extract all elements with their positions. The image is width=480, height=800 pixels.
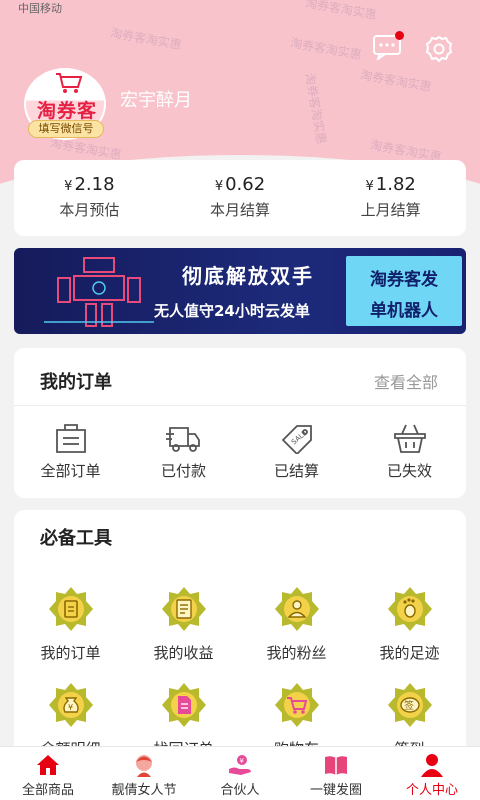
bottom-navigation: 全部商品 靓倩女人节 ¥ 合伙人 一键发圈 个人中心 (0, 746, 480, 800)
basket-icon (393, 424, 426, 453)
nav-partner[interactable]: ¥ 合伙人 (192, 747, 288, 800)
svg-text:SALE: SALE (290, 429, 309, 446)
currency-symbol: ¥ (214, 179, 224, 194)
order-filter-expired[interactable]: 已失效 (353, 422, 466, 481)
earning-item[interactable]: ¥0.62 本月结算 (165, 160, 316, 236)
order-filter-settled[interactable]: SALE 已结算 (240, 422, 353, 481)
sale-tag-icon: SALE (281, 425, 312, 454)
banner-subline: 无人值守24小时云发单 (154, 302, 310, 320)
order-filter-label: 已结算 (273, 462, 319, 480)
nav-label: 合伙人 (220, 783, 260, 798)
tool-item-footprint[interactable]: 我的足迹 (353, 586, 466, 682)
orders-card: 我的订单 查看全部 全部订单 已付款 SALE 已结算 已失效 (14, 348, 466, 498)
svg-text:¥: ¥ (68, 703, 73, 712)
avatar-text: 淘券客 (36, 100, 97, 122)
nav-label: 靓倩女人节 (111, 783, 177, 798)
tool-label: 我的订单 (40, 644, 101, 662)
cart-logo-icon (56, 73, 83, 93)
nav-personal-center[interactable]: 个人中心 (384, 747, 480, 800)
banner-headline: 彻底解放双手 (182, 264, 314, 288)
see-all-orders-link[interactable]: 查看全部 (374, 369, 438, 393)
svg-text:¥: ¥ (240, 757, 245, 765)
orders-title: 我的订单 (40, 372, 112, 393)
income-icon (161, 586, 207, 632)
earning-item[interactable]: ¥2.18 本月预估 (14, 160, 165, 236)
order-filter-paid[interactable]: 已付款 (127, 422, 240, 481)
money-bag-icon: ¥ (48, 682, 94, 728)
nav-all-products[interactable]: 全部商品 (0, 747, 96, 800)
settings-button[interactable] (424, 34, 454, 64)
footprint-icon (387, 586, 433, 632)
gear-icon (425, 35, 453, 63)
earning-value: 2.18 (74, 174, 115, 195)
tool-item-order[interactable]: 我的订单 (14, 586, 127, 682)
tool-item-fans[interactable]: 我的粉丝 (240, 586, 353, 682)
order-filter-all[interactable]: 全部订单 (14, 422, 127, 481)
currency-symbol: ¥ (64, 179, 73, 194)
document-icon (161, 682, 207, 728)
order-icon (48, 586, 94, 632)
earning-value: 1.82 (375, 174, 416, 195)
book-icon (325, 756, 347, 775)
earnings-card: ¥2.18 本月预估 ¥0.62 本月结算 ¥1.82 上月结算 (14, 160, 466, 236)
earning-label: 本月结算 (210, 201, 271, 219)
girl-icon (136, 755, 152, 777)
nav-one-click-share[interactable]: 一键发圈 (288, 747, 384, 800)
tools-title: 必备工具 (40, 528, 112, 549)
person-icon (421, 754, 443, 777)
sign-in-icon: 签 (387, 682, 433, 728)
promo-banner[interactable]: 彻底解放双手 无人值守24小时云发单 淘券客发 单机器人 (14, 248, 466, 334)
order-filter-label: 全部订单 (40, 462, 101, 480)
nav-label: 一键发圈 (309, 783, 362, 798)
banner-box: 淘券客发 单机器人 (346, 256, 462, 326)
fans-icon (274, 586, 320, 632)
tool-label: 我的收益 (153, 644, 214, 662)
unread-dot (395, 31, 404, 40)
earning-label: 本月预估 (59, 201, 120, 219)
currency-symbol: ¥ (365, 179, 374, 194)
message-button[interactable] (372, 31, 404, 62)
robot-icon (44, 257, 154, 327)
cart-icon (274, 682, 320, 728)
delivery-truck-icon (165, 427, 200, 452)
order-filter-label: 已失效 (386, 462, 432, 480)
earning-item[interactable]: ¥1.82 上月结算 (315, 160, 466, 236)
nav-womens-day[interactable]: 靓倩女人节 (96, 747, 192, 800)
username: 宏宇醉月 (120, 90, 192, 111)
banner-box-line1: 淘券客发 (370, 270, 438, 290)
order-filter-label: 已付款 (160, 462, 206, 480)
partner-icon: ¥ (229, 755, 251, 775)
earning-value: 0.62 (225, 174, 266, 195)
wechat-tag-button[interactable]: 填写微信号 (28, 120, 104, 138)
tool-label: 我的足迹 (379, 644, 440, 662)
order-list-icon (55, 424, 86, 453)
divider (14, 405, 466, 406)
status-bar-carrier: 中国移动 (18, 2, 62, 15)
earning-label: 上月结算 (360, 201, 421, 219)
banner-box-line2: 单机器人 (370, 301, 438, 321)
tool-label: 我的粉丝 (266, 644, 327, 662)
svg-text:签: 签 (404, 699, 414, 712)
nav-label: 全部商品 (21, 783, 74, 798)
nav-label: 个人中心 (405, 783, 458, 798)
tool-item-income[interactable]: 我的收益 (127, 586, 240, 682)
home-icon (37, 755, 59, 775)
